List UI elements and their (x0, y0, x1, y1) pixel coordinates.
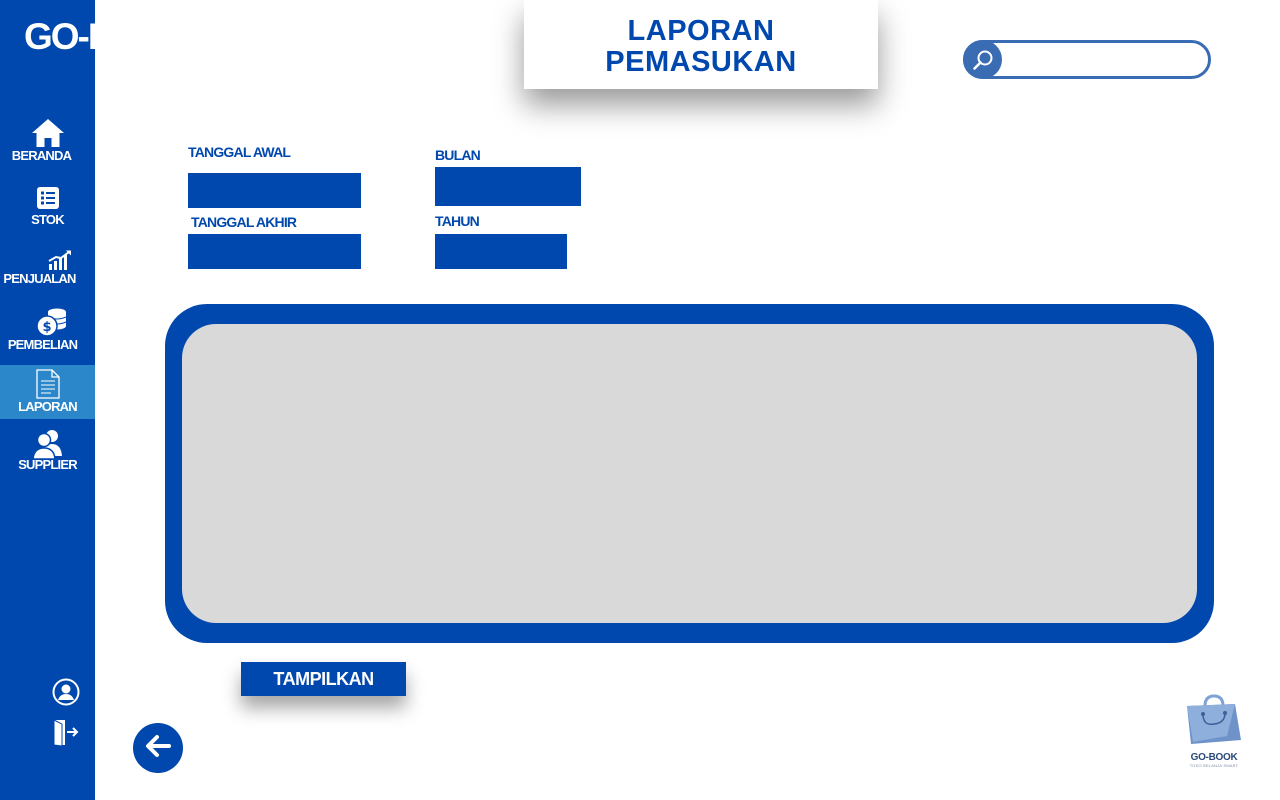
sidebar-item-label: PEMBELIAN (7, 337, 78, 352)
footer-logo-tagline: TOKO BELANJA SMART (1189, 763, 1239, 768)
brand-logo: GO-BOOK (24, 16, 193, 57)
sidebar-item-laporan[interactable]: LAPORAN (0, 365, 95, 419)
shopping-bag-icon (1183, 694, 1245, 751)
search-icon[interactable] (963, 40, 1002, 79)
search-input[interactable] (1006, 47, 1201, 72)
sidebar-item-supplier[interactable]: SUPPLIER (0, 428, 95, 472)
logout-icon[interactable] (52, 718, 80, 751)
footer-logo: GO-BOOK TOKO BELANJA SMART (1182, 694, 1246, 768)
end-date-label: TANGGAL AKHIR (191, 214, 297, 230)
home-icon (31, 118, 65, 148)
arrow-left-icon (144, 734, 172, 763)
coins-icon: $ (35, 306, 69, 338)
year-input[interactable] (435, 234, 567, 269)
sidebar-item-label: SUPPLIER (18, 457, 77, 472)
page-title-line1: LAPORAN (627, 14, 775, 47)
list-icon (36, 186, 60, 210)
sidebar-item-stok[interactable]: STOK (0, 186, 95, 227)
sidebar-item-label: LAPORAN (18, 399, 77, 414)
sidebar-item-label: STOK (31, 212, 64, 227)
show-report-button[interactable]: TAMPILKAN (241, 662, 406, 696)
chart-growth-icon (47, 249, 73, 271)
sidebar-item-penjualan[interactable]: PENJUALAN (0, 249, 95, 286)
search-box (963, 40, 1211, 79)
report-panel (165, 304, 1214, 643)
month-input[interactable] (435, 167, 581, 206)
sidebar-item-label: PENJUALAN (3, 271, 76, 286)
app-window: BERANDA STOK PENJUALAN $ PEMBELIAN LAPOR… (0, 0, 1280, 800)
page-title: LAPORAN PEMASUKAN (524, 0, 878, 89)
start-date-input[interactable] (188, 173, 361, 208)
svg-text:$: $ (42, 320, 51, 335)
sidebar-item-beranda[interactable]: BERANDA (0, 118, 95, 163)
sidebar-item-pembelian[interactable]: $ PEMBELIAN (0, 306, 95, 352)
report-display-area[interactable] (182, 324, 1197, 623)
page-title-line2: PEMASUKAN (605, 45, 797, 78)
users-icon (32, 428, 63, 460)
year-label: TAHUN (435, 213, 480, 229)
month-label: BULAN (435, 147, 481, 163)
user-circle-icon[interactable] (52, 678, 80, 711)
sidebar-item-label: BERANDA (11, 148, 72, 163)
back-button[interactable] (133, 723, 183, 773)
footer-logo-name: GO-BOOK (1190, 752, 1238, 763)
start-date-label: TANGGAL AWAL (188, 144, 291, 160)
document-icon (35, 369, 61, 399)
end-date-input[interactable] (188, 234, 361, 269)
sidebar: BERANDA STOK PENJUALAN $ PEMBELIAN LAPOR… (0, 0, 95, 800)
